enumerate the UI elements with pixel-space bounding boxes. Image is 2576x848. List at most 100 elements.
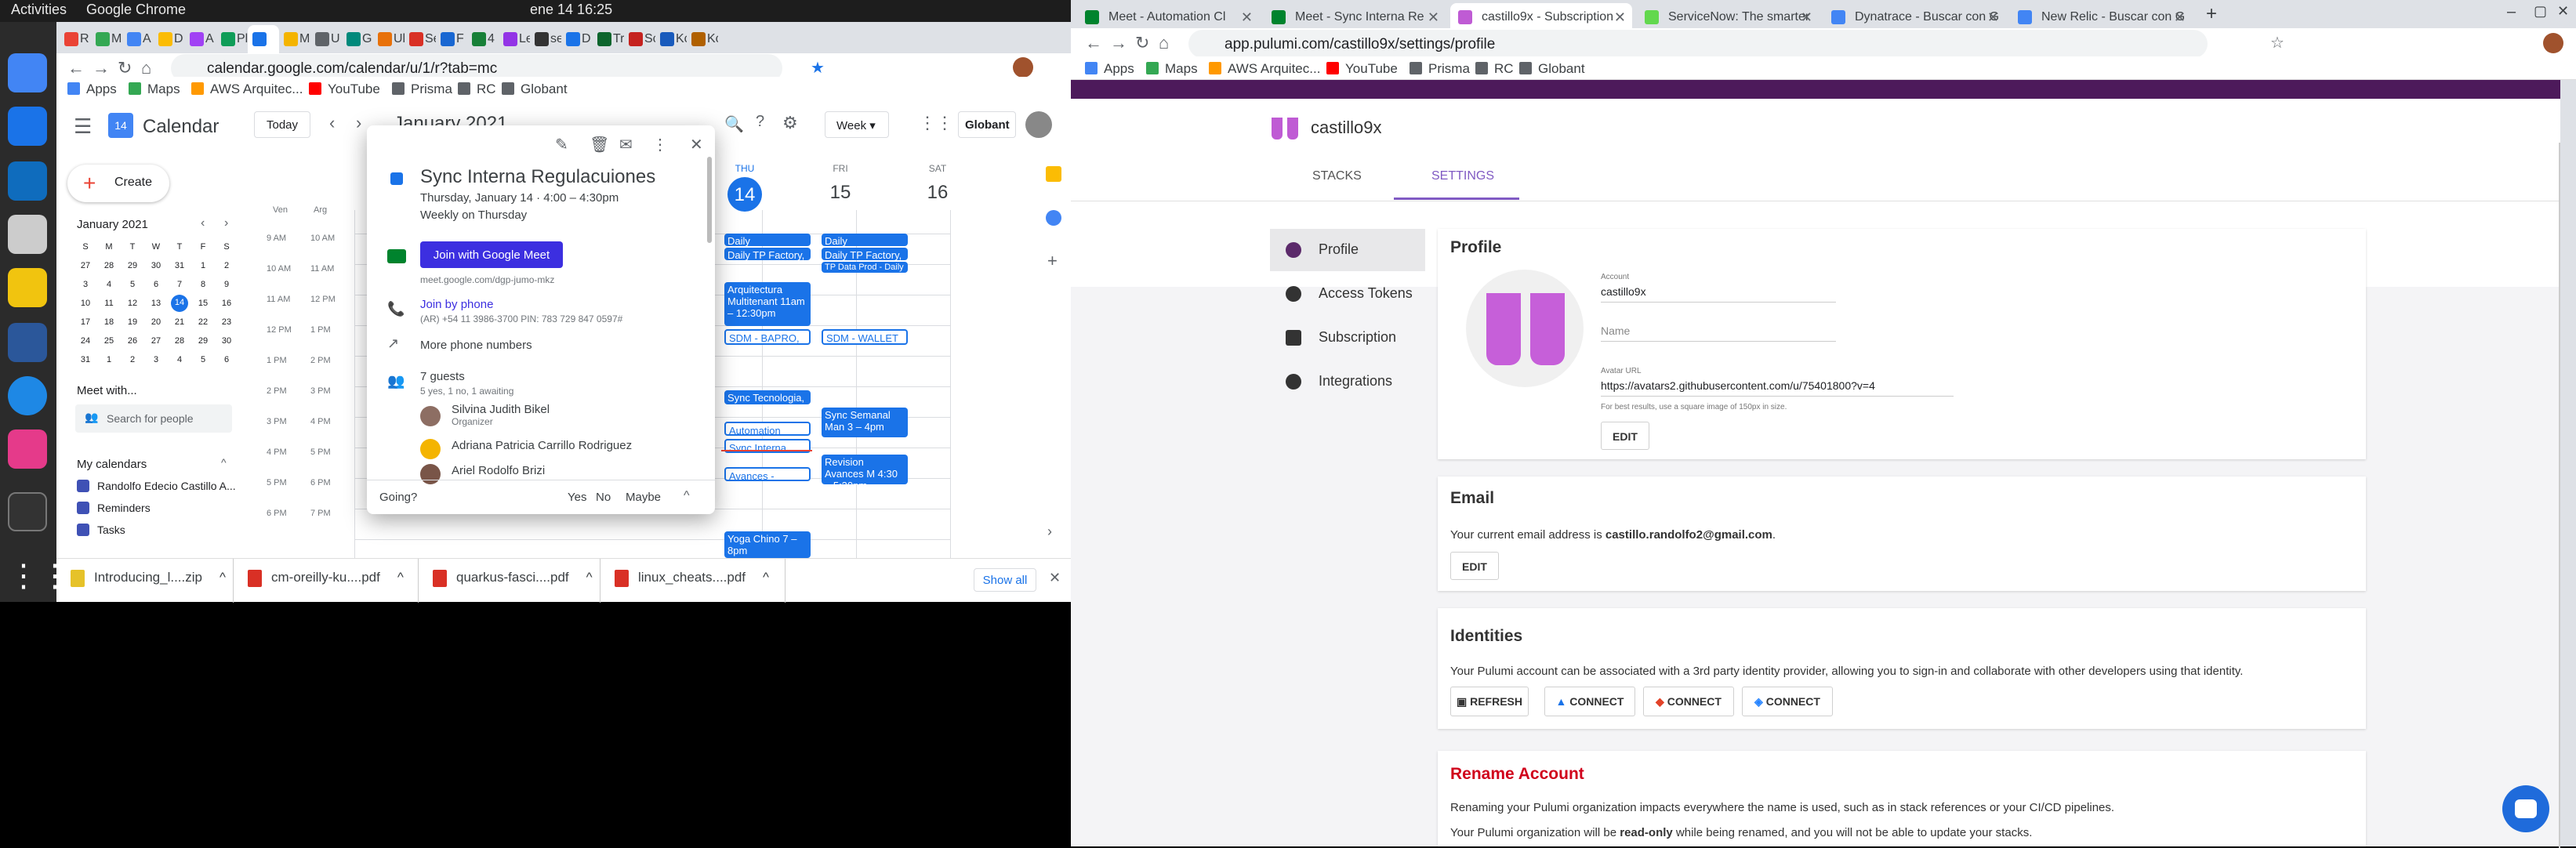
browser-tab[interactable]: G xyxy=(342,25,373,53)
mini-cal-day[interactable]: 1 xyxy=(97,351,121,370)
apps-grid-icon[interactable]: ⋮⋮ xyxy=(919,113,953,133)
back-icon[interactable]: ← xyxy=(67,58,85,78)
mini-cal-day[interactable]: 31 xyxy=(74,351,97,370)
back-icon[interactable]: ← xyxy=(1085,33,1102,53)
settings-gear-icon[interactable]: ⚙ xyxy=(782,113,798,133)
event-daily-regulaciones[interactable]: Daily Regulaciones, xyxy=(724,234,811,246)
edit-profile-button[interactable]: EDIT xyxy=(1601,422,1649,450)
join-meet-button[interactable]: Join with Google Meet xyxy=(420,241,563,268)
intellij-icon[interactable] xyxy=(8,429,47,469)
bookmark-youtube[interactable]: YouTube xyxy=(1326,61,1398,77)
expand-panel-icon[interactable]: › xyxy=(1047,524,1052,540)
browser-tab[interactable]: Se xyxy=(405,25,436,53)
browser-tab[interactable]: A xyxy=(122,25,154,53)
collapse-icon[interactable]: ^ xyxy=(221,456,227,469)
mini-cal-day[interactable]: 9 xyxy=(215,276,238,295)
tasks-icon[interactable] xyxy=(1046,210,1061,226)
guest-item[interactable]: Adriana Patricia Carrillo Rodriguez xyxy=(420,439,632,464)
show-apps-icon[interactable]: ⋮⋮ xyxy=(8,558,71,597)
bookmark-rc[interactable]: RC xyxy=(1475,61,1514,77)
checkbox-icon[interactable] xyxy=(77,480,89,492)
download-item[interactable]: quarkus-fasci....pdf ^ xyxy=(419,559,600,603)
mini-cal-day[interactable]: 17 xyxy=(74,313,97,332)
bookmark-apps[interactable]: Apps xyxy=(1085,61,1134,77)
mini-cal-day[interactable]: 28 xyxy=(97,257,121,276)
activities-button[interactable]: Activities xyxy=(11,2,67,18)
writer-icon[interactable] xyxy=(8,323,47,362)
bookmark-prisma[interactable]: Prisma xyxy=(392,82,452,97)
chrome-icon[interactable] xyxy=(8,53,47,92)
mini-cal-day[interactable]: 5 xyxy=(191,351,215,370)
chat-widget-icon[interactable] xyxy=(2502,785,2549,832)
help-icon[interactable] xyxy=(8,376,47,415)
mini-cal-day[interactable]: 22 xyxy=(191,313,215,332)
browser-tab[interactable]: U xyxy=(310,25,342,53)
chromium-icon[interactable] xyxy=(8,107,47,146)
download-item[interactable]: Introducing_l....zip ^ xyxy=(56,559,234,603)
mini-prev-icon[interactable]: ‹ xyxy=(201,216,205,230)
mini-cal-day[interactable]: 24 xyxy=(74,332,97,351)
help-icon[interactable]: ? xyxy=(756,113,764,131)
close-window-icon[interactable]: ✕ xyxy=(2557,3,2569,20)
keep-icon[interactable] xyxy=(1046,166,1061,182)
refresh-button[interactable]: ▣ REFRESH xyxy=(1450,687,1529,716)
avatar-url-input[interactable]: https://avatars2.githubusercontent.com/u… xyxy=(1601,379,1954,397)
close-icon[interactable]: ✕ xyxy=(690,135,703,154)
sidebar-item-profile[interactable]: Profile xyxy=(1270,229,1425,271)
reload-icon[interactable]: ↻ xyxy=(118,58,132,78)
view-select[interactable]: Week ▾ xyxy=(825,111,889,138)
browser-tab[interactable]: Kc xyxy=(655,25,687,53)
star-icon[interactable]: ☆ xyxy=(2270,33,2284,53)
event-tp-data-prod[interactable]: TP Data Prod - Daily xyxy=(822,262,908,273)
mini-cal-day[interactable]: 20 xyxy=(144,313,168,332)
browser-tab[interactable]: se xyxy=(530,25,561,53)
main-menu-icon[interactable]: ☰ xyxy=(74,114,92,139)
browser-tab[interactable]: 4 xyxy=(467,25,499,53)
connect-gitlab-fox-button[interactable]: ◆ CONNECT xyxy=(1643,687,1734,716)
show-all-button[interactable]: Show all xyxy=(974,568,1036,592)
calendar-item[interactable]: Tasks xyxy=(77,524,236,545)
event-automation-cloud[interactable]: Automation Cloud xyxy=(724,422,811,436)
browser-tab[interactable] xyxy=(248,25,279,53)
bookmark-aws[interactable]: AWS Arquitec... xyxy=(191,82,303,97)
browser-tab[interactable]: Le xyxy=(499,25,530,53)
name-input[interactable]: Name xyxy=(1601,324,1836,342)
bookmark-maps[interactable]: Maps xyxy=(129,82,180,97)
browser-tab[interactable]: F xyxy=(436,25,467,53)
profile-avatar-icon[interactable] xyxy=(1013,57,1033,78)
home-icon[interactable]: ⌂ xyxy=(1159,33,1169,53)
email-guests-icon[interactable]: ✉ xyxy=(619,135,633,154)
tab-close-icon[interactable]: ✕ xyxy=(1987,9,1999,26)
mini-cal-day[interactable]: 8 xyxy=(191,276,215,295)
delete-icon[interactable]: 🗑 xyxy=(590,135,609,154)
event-daily-tp-factory-fri[interactable]: Daily TP Factory, 10 xyxy=(822,248,908,260)
bookmark-rc[interactable]: RC xyxy=(458,82,496,97)
rsvp-yes[interactable]: Yes xyxy=(568,491,586,504)
app-menu[interactable]: Google Chrome xyxy=(86,2,186,18)
mini-cal-day[interactable]: 23 xyxy=(215,313,238,332)
browser-tab[interactable]: Tr xyxy=(593,25,624,53)
browser-tab[interactable]: D xyxy=(154,25,185,53)
maximize-icon[interactable]: ▢ xyxy=(2534,3,2547,20)
meet-link[interactable]: meet.google.com/dgp-jumo-mkz xyxy=(420,274,554,285)
mini-cal-day[interactable]: 15 xyxy=(191,295,215,313)
event-sdm-wallet-bna[interactable]: SDM - WALLET BNA xyxy=(822,329,908,345)
mini-cal-day[interactable]: 4 xyxy=(168,351,191,370)
event-sync-tecnologia[interactable]: Sync Tecnologia, 2 xyxy=(724,390,811,404)
tab-close-icon[interactable]: ✕ xyxy=(1801,9,1812,26)
mini-cal-day[interactable]: 7 xyxy=(168,276,191,295)
bookmark-youtube[interactable]: YouTube xyxy=(309,82,380,97)
mini-cal-day[interactable]: 3 xyxy=(74,276,97,295)
guest-item[interactable]: Ariel Rodolfo Brizi xyxy=(420,464,632,489)
connect-gitlab-button[interactable]: ▲ CONNECT xyxy=(1544,687,1635,716)
mini-cal-day[interactable]: 12 xyxy=(121,295,144,313)
expand-rsvp-icon[interactable]: ^ xyxy=(684,489,690,503)
event-sync-semanal[interactable]: Sync Semanal Man 3 – 4pm xyxy=(822,408,908,437)
day-header-sat[interactable]: SAT 16 xyxy=(914,163,961,204)
mini-cal-day[interactable]: 29 xyxy=(191,332,215,351)
next-week-icon[interactable]: › xyxy=(356,113,361,133)
tab-close-icon[interactable]: ✕ xyxy=(1428,9,1439,26)
day-header-thu[interactable]: THU 14 xyxy=(721,163,768,212)
event-daily-tp-factory[interactable]: Daily TP Factory, 10 xyxy=(724,248,811,260)
more-phone-numbers-link[interactable]: More phone numbers xyxy=(420,339,532,352)
